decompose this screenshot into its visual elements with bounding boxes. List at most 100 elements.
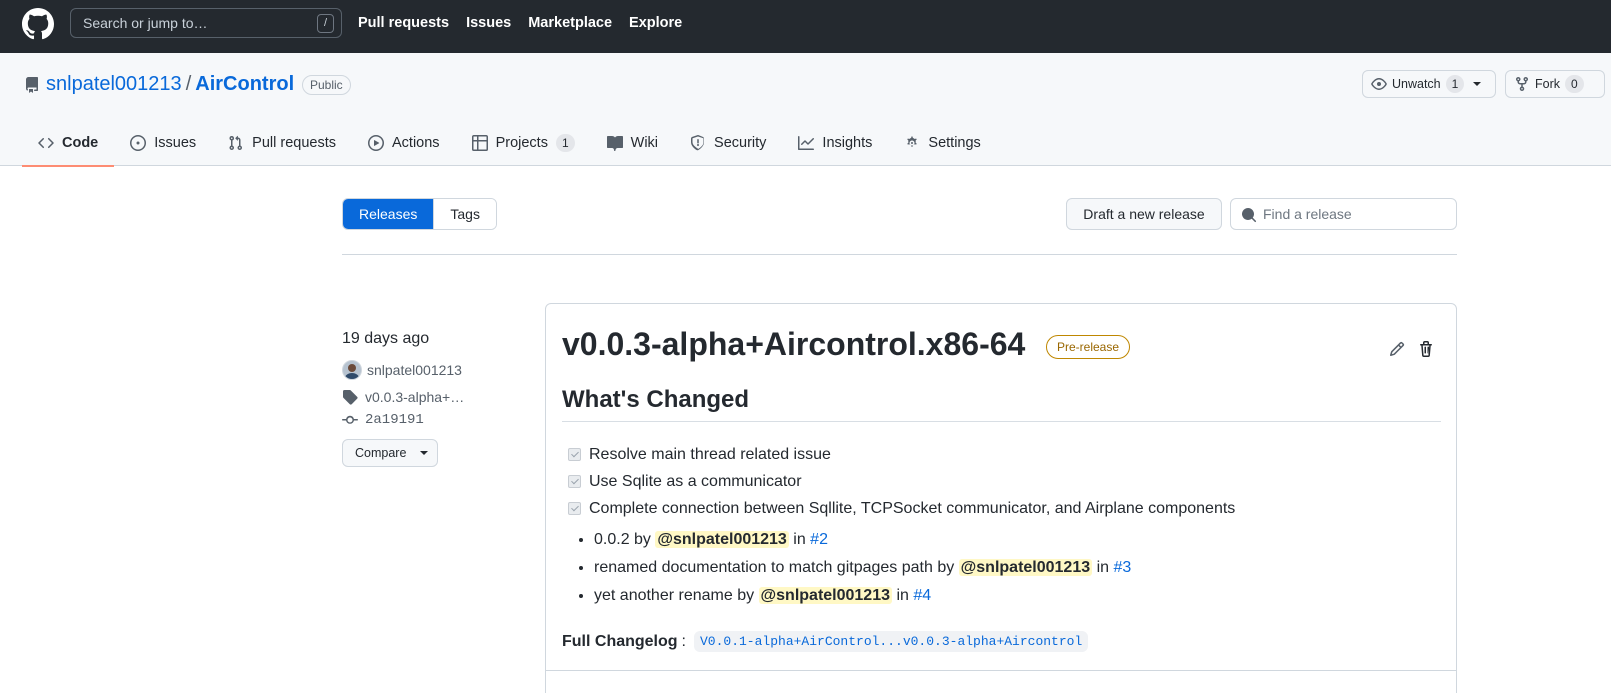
author-name: snlpatel001213 (367, 362, 462, 378)
change-in: in (1092, 559, 1114, 576)
shield-icon (691, 134, 705, 150)
nav-explore[interactable]: Explore (629, 15, 682, 31)
nav-marketplace[interactable]: Marketplace (528, 15, 612, 31)
watch-count: 1 (1445, 75, 1465, 93)
subnav-divider (342, 254, 1457, 255)
tab-security-label: Security (714, 134, 767, 151)
tab-insights[interactable]: Insights (782, 119, 888, 166)
change-list: 0.0.2 by @snlpatel001213 in #2 renamed d… (594, 528, 1131, 612)
find-release-input[interactable] (1231, 199, 1456, 229)
git-pull-request-icon (229, 135, 243, 150)
pr-link[interactable]: #3 (1113, 559, 1131, 576)
avatar (342, 360, 362, 380)
user-mention[interactable]: @snlpatel001213 (758, 587, 892, 604)
chevron-down-icon (420, 451, 429, 455)
pencil-icon[interactable] (1389, 341, 1405, 357)
change-text: 0.0.2 by (594, 531, 656, 548)
pr-link[interactable]: #4 (913, 587, 931, 604)
fork-button[interactable]: Fork 0 (1505, 70, 1605, 98)
release-author[interactable]: snlpatel001213 (342, 360, 462, 380)
draft-release-button[interactable]: Draft a new release (1066, 198, 1222, 230)
breadcrumb-separator: / (185, 73, 192, 95)
pr-link[interactable]: #2 (810, 531, 828, 548)
search-shortcut-key: / (317, 14, 334, 33)
tab-pull-requests-label: Pull requests (252, 134, 336, 151)
checkbox-checked-icon (568, 502, 581, 515)
tab-issues[interactable]: Issues (114, 119, 212, 166)
tab-code[interactable]: Code (22, 119, 115, 167)
tab-projects[interactable]: Projects 1 (456, 119, 591, 166)
user-mention[interactable]: @snlpatel001213 (958, 559, 1093, 576)
tab-code-label: Code (62, 134, 99, 151)
task-text: Resolve main thread related issue (589, 445, 831, 463)
changelog-compare-link[interactable]: V0.0.1-alpha+AirControl...v0.0.3-alpha+A… (694, 631, 1089, 652)
tab-wiki-label: Wiki (630, 134, 659, 151)
card-footer-divider (546, 670, 1456, 671)
github-logo-icon[interactable] (22, 8, 54, 40)
table-icon (471, 134, 488, 151)
gear-icon (907, 136, 918, 147)
task-text: Complete connection between Sqllite, TCP… (589, 499, 1236, 517)
user-mention[interactable]: @snlpatel001213 (655, 531, 789, 548)
tag-name: v0.0.3-alpha+… (365, 389, 465, 405)
tab-security[interactable]: Security (674, 119, 782, 166)
book-icon (606, 135, 623, 151)
projects-count: 1 (555, 133, 575, 152)
global-search[interactable]: / (70, 8, 342, 38)
checkbox-checked-icon (568, 475, 581, 488)
repo-forked-icon (1516, 76, 1528, 92)
task-item: Complete connection between Sqllite, TCP… (568, 495, 1235, 522)
tab-wiki[interactable]: Wiki (591, 119, 674, 166)
changelog-colon: : (681, 632, 686, 650)
nav-issues[interactable]: Issues (466, 15, 511, 31)
release-commit[interactable]: 2a19191 (342, 412, 424, 428)
visibility-badge: Public (302, 75, 351, 95)
tab-settings[interactable]: Settings (888, 119, 996, 166)
tab-issues-label: Issues (154, 134, 197, 151)
find-release-search[interactable] (1230, 198, 1457, 230)
repo-name-link[interactable]: AirControl (195, 73, 294, 95)
change-text: renamed documentation to match gitpages … (594, 559, 959, 576)
repo-owner-link[interactable]: snlpatel001213 (46, 73, 182, 95)
commit-sha: 2a19191 (365, 412, 424, 428)
changelog-label: Full Changelog (562, 632, 678, 650)
issue-opened-icon (130, 134, 147, 151)
tags-tab[interactable]: Tags (433, 199, 496, 229)
whats-changed-heading: What's Changed (562, 386, 750, 413)
code-icon (38, 137, 54, 148)
fork-count: 0 (1565, 75, 1584, 93)
prerelease-badge: Pre-release (1046, 335, 1131, 359)
release-tag[interactable]: v0.0.3-alpha+… (342, 389, 464, 405)
list-item: yet another rename by @snlpatel001213 in… (594, 584, 1131, 612)
releases-tab[interactable]: Releases (343, 199, 434, 229)
repo-tabs: Code Issues Pull requests Actions Projec… (22, 119, 997, 167)
compare-button[interactable]: Compare (342, 439, 438, 467)
tag-icon (343, 390, 358, 405)
eye-icon (1371, 78, 1387, 90)
release-card: v0.0.3-alpha+Aircontrol.x86-64 Pre-relea… (545, 303, 1457, 693)
trash-icon[interactable] (1418, 341, 1434, 357)
checkbox-checked-icon (568, 448, 581, 461)
search-input[interactable] (71, 9, 341, 37)
repo-header: snlpatel001213/AirControl Public Unwatch… (0, 53, 1611, 167)
play-icon (368, 134, 384, 151)
tab-settings-label: Settings (928, 134, 981, 151)
list-item: 0.0.2 by @snlpatel001213 in #2 (594, 528, 1131, 556)
tab-pull-requests[interactable]: Pull requests (212, 119, 352, 166)
task-item: Resolve main thread related issue (568, 441, 1235, 468)
task-list: Resolve main thread related issue Use Sq… (568, 441, 1235, 522)
releases-tags-toggle: Releases Tags (342, 198, 497, 230)
tab-insights-label: Insights (822, 134, 873, 151)
unwatch-label: Unwatch (1392, 77, 1441, 91)
global-header: / Pull requests Issues Marketplace Explo… (0, 0, 1611, 53)
release-title[interactable]: v0.0.3-alpha+Aircontrol.x86-64 (562, 326, 1025, 363)
unwatch-button[interactable]: Unwatch 1 (1362, 70, 1496, 98)
tab-actions[interactable]: Actions (352, 119, 456, 166)
task-text: Use Sqlite as a communicator (589, 472, 802, 490)
nav-pull-requests[interactable]: Pull requests (358, 15, 449, 31)
release-date[interactable]: 19 days ago (342, 330, 429, 348)
graph-icon (798, 135, 815, 150)
repo-icon (25, 77, 38, 93)
change-in: in (892, 587, 914, 604)
fork-label: Fork (1535, 77, 1560, 91)
